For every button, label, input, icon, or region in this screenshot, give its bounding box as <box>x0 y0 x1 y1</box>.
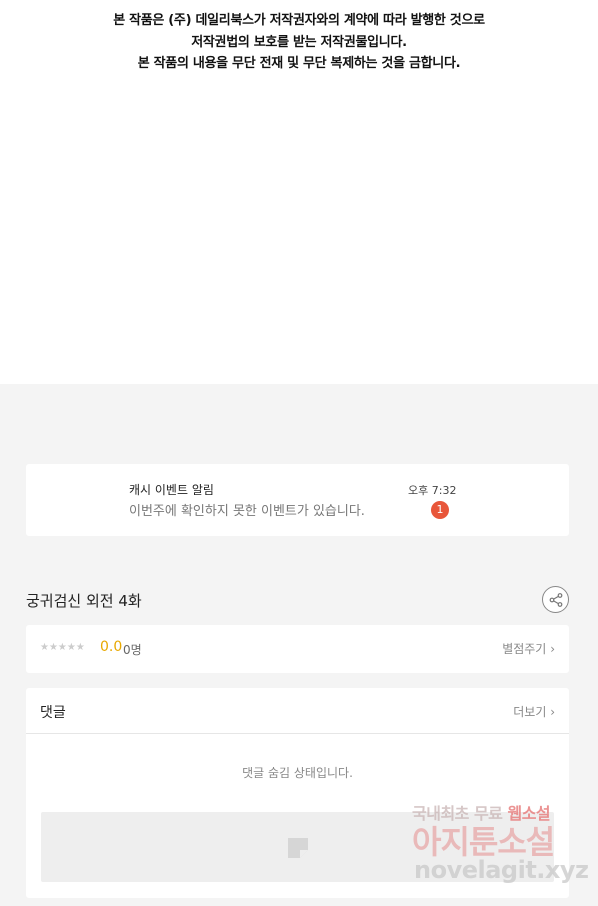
comments-more-button[interactable]: 더보기 › <box>513 703 555 720</box>
chevron-right-icon: › <box>550 705 555 719</box>
cash-event-notification[interactable]: 캐시 이벤트 알림 이번주에 확인하지 못한 이벤트가 있습니다. 오후 7:3… <box>26 464 569 536</box>
comments-label: 댓글 <box>40 705 66 721</box>
rating-card: ★★★★★ 0.0 0명 별점주기 › <box>26 625 569 673</box>
copyright-line-1: 본 작품은 (주) 데일리북스가 저작권자와의 계약에 따라 발행한 것으로 <box>113 13 485 28</box>
share-button[interactable] <box>542 586 569 613</box>
rate-button[interactable]: 별점주기 › <box>502 640 555 657</box>
more-button-label: 더보기 <box>513 705 547 719</box>
copyright-line-3: 본 작품의 내용을 무단 전재 및 무단 복제하는 것을 금합니다. <box>137 56 461 71</box>
share-icon <box>549 593 563 607</box>
divider <box>26 733 569 734</box>
event-title: 캐시 이벤트 알림 <box>129 483 214 497</box>
comments-hidden-message: 댓글 숨김 상태입니다. <box>242 766 353 780</box>
rating-people-count: 0명 <box>123 643 142 657</box>
watermark-line-3: novelagit.xyz <box>414 856 589 884</box>
event-time: 오후 7:32 <box>408 484 457 497</box>
chevron-right-icon: › <box>550 642 555 656</box>
event-description: 이번주에 확인하지 못한 이벤트가 있습니다. <box>129 504 365 519</box>
event-badge: 1 <box>431 501 449 519</box>
copyright-notice: 본 작품은 (주) 데일리북스가 저작권자와의 계약에 따라 발행한 것으로 저… <box>0 0 598 384</box>
rate-button-label: 별점주기 <box>502 642 547 656</box>
comment-icon <box>288 838 308 858</box>
star-rating-icons: ★★★★★ <box>40 642 85 653</box>
episode-title: 궁귀검신 외전 4화 <box>26 592 142 610</box>
site-watermark: 국내최초 무료 웹소설 아지툰소설 novelagit.xyz <box>412 800 589 890</box>
rating-score: 0.0 <box>100 639 123 655</box>
copyright-line-2: 저작권법의 보호를 받는 저작권물입니다. <box>191 35 407 50</box>
